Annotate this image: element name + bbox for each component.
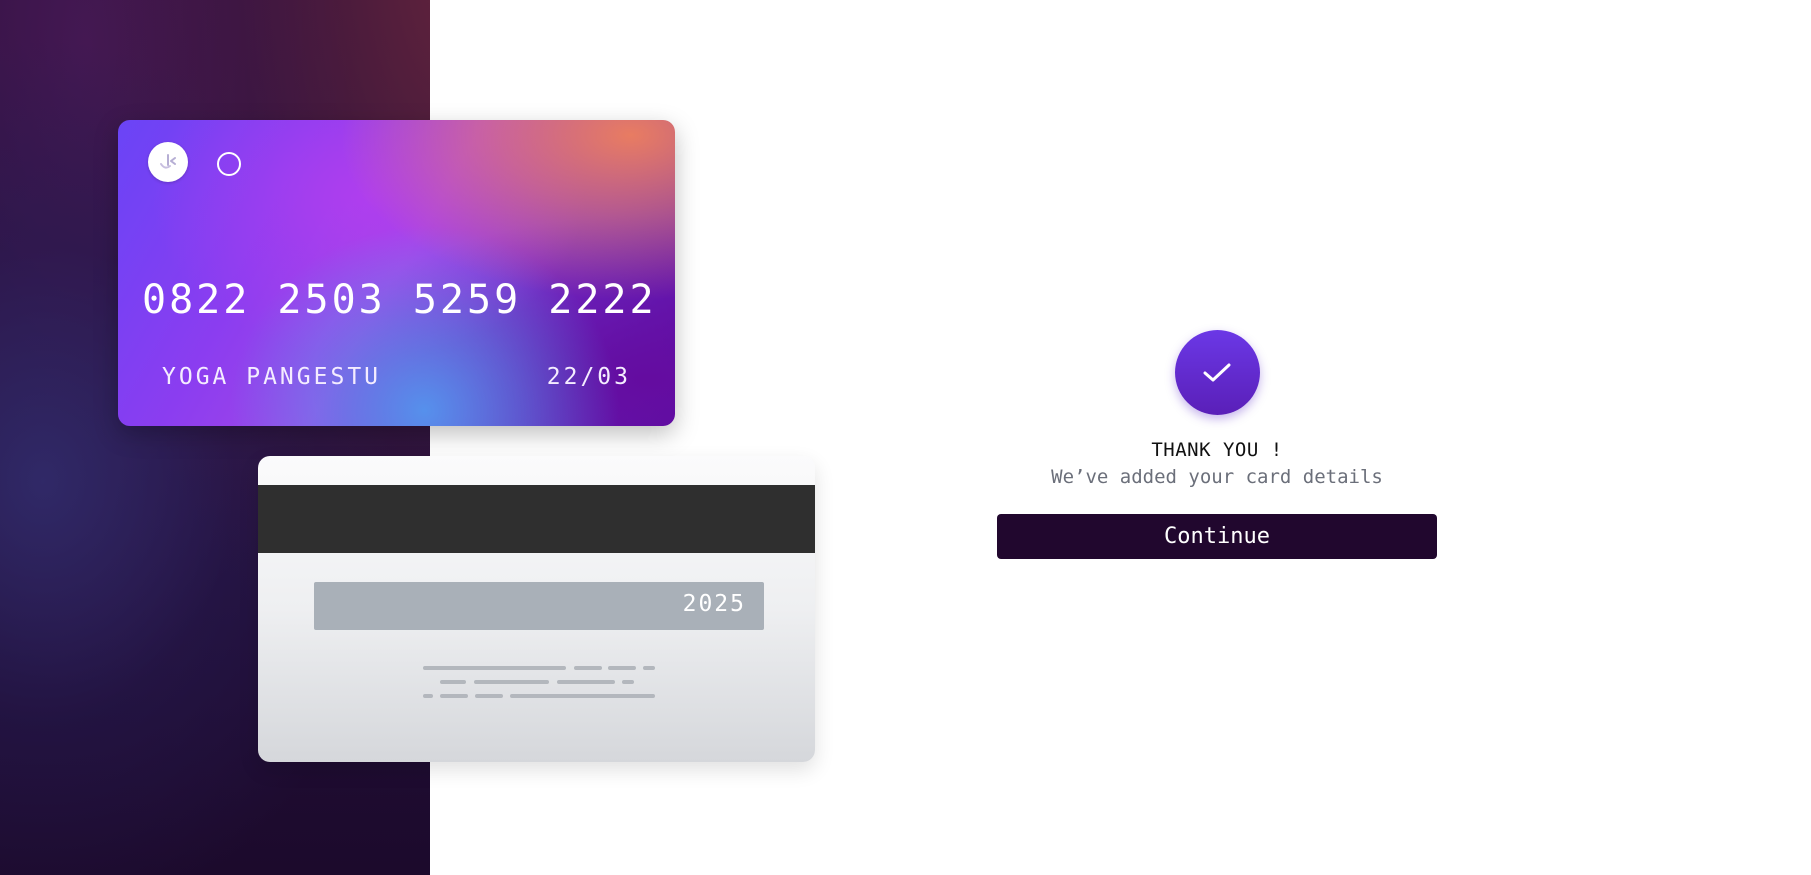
continue-button[interactable]: Continue (997, 514, 1437, 559)
card-front: 0822 2503 5259 2222 YOGA PANGESTU 22/03 (118, 120, 675, 426)
success-panel: THANK YOU ! We’ve added your card detail… (997, 330, 1437, 559)
brand-logo-icon (160, 154, 176, 169)
signature-strip: 2025 (314, 582, 764, 630)
circle-icon (336, 271, 337, 272)
circle-icon (217, 152, 241, 176)
card-expiry-date: 22/03 (546, 364, 631, 390)
page: 0822 2503 5259 2222 YOGA PANGESTU 22/03 … (0, 0, 1811, 875)
card-cvv: 2025 (682, 591, 746, 617)
check-icon (1203, 363, 1231, 381)
success-badge (1174, 330, 1260, 415)
card-back: 2025 (258, 456, 815, 762)
card-number: 0822 2503 5259 2222 (142, 277, 657, 323)
card-holder-name: YOGA PANGESTU (162, 364, 382, 390)
thank-you-heading: THANK YOU ! (1151, 439, 1283, 461)
card-fine-print (258, 666, 815, 706)
card-added-message: We’ve added your card details (1051, 466, 1383, 488)
magnetic-stripe (258, 485, 815, 553)
card-brand-logo (148, 142, 188, 182)
